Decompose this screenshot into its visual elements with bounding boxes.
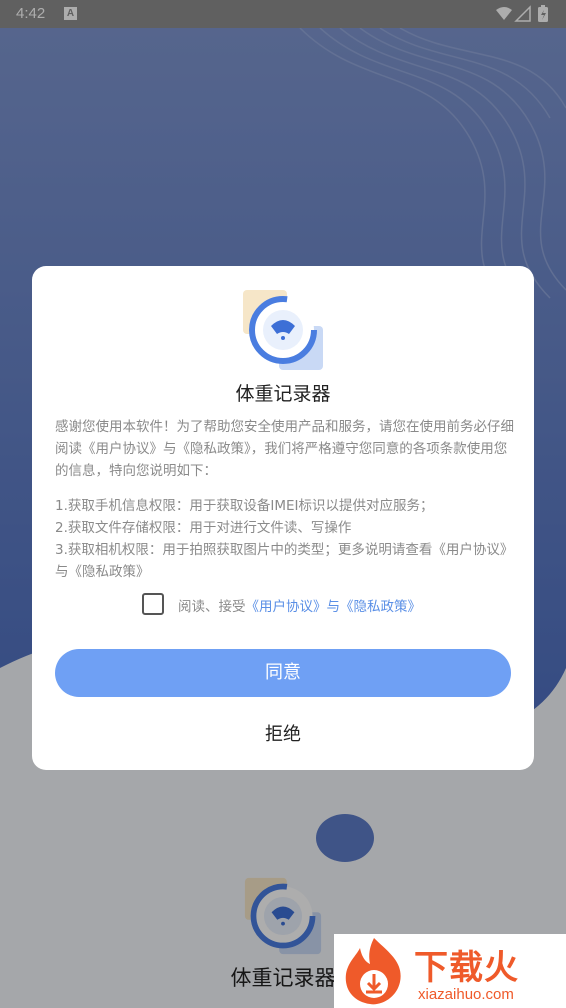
privacy-dialog: 体重记录器 感谢您使用本软件！为了帮助您安全使用产品和服务，请您在使用前务必仔细… — [32, 266, 534, 770]
agree-prefix: 阅读、接受 — [178, 599, 246, 615]
watermark-url: xiazaihuo.com — [418, 986, 514, 1003]
flame-logo-icon — [334, 934, 414, 1008]
permission-list: 1.获取手机信息权限：用于获取设备IMEI标识以提供对应服务； 2.获取文件存储… — [55, 495, 515, 583]
scale-icon — [241, 288, 325, 372]
watermark: 下载火 xiazaihuo.com — [334, 934, 566, 1008]
policy-links[interactable]: 《用户协议》与《隐私政策》 — [246, 599, 422, 615]
permission-item: 2.获取文件存储权限：用于对进行文件读、写操作 — [55, 520, 352, 536]
agree-checkbox[interactable] — [142, 593, 164, 615]
agree-text: 阅读、接受《用户协议》与《隐私政策》 — [178, 595, 421, 615]
reject-button[interactable]: 拒绝 — [32, 720, 534, 746]
permission-item: 3.获取相机权限：用于拍照获取图片中的类型；更多说明请查看《用户协议》与《隐私政… — [55, 542, 514, 580]
permission-item: 1.获取手机信息权限：用于获取设备IMEI标识以提供对应服务； — [55, 498, 434, 514]
agree-button[interactable]: 同意 — [55, 649, 511, 697]
dialog-intro: 感谢您使用本软件！为了帮助您安全使用产品和服务，请您在使用前务必仔细阅读《用户协… — [55, 419, 514, 479]
watermark-text: 下载火 — [414, 948, 519, 988]
dialog-title: 体重记录器 — [235, 383, 331, 405]
